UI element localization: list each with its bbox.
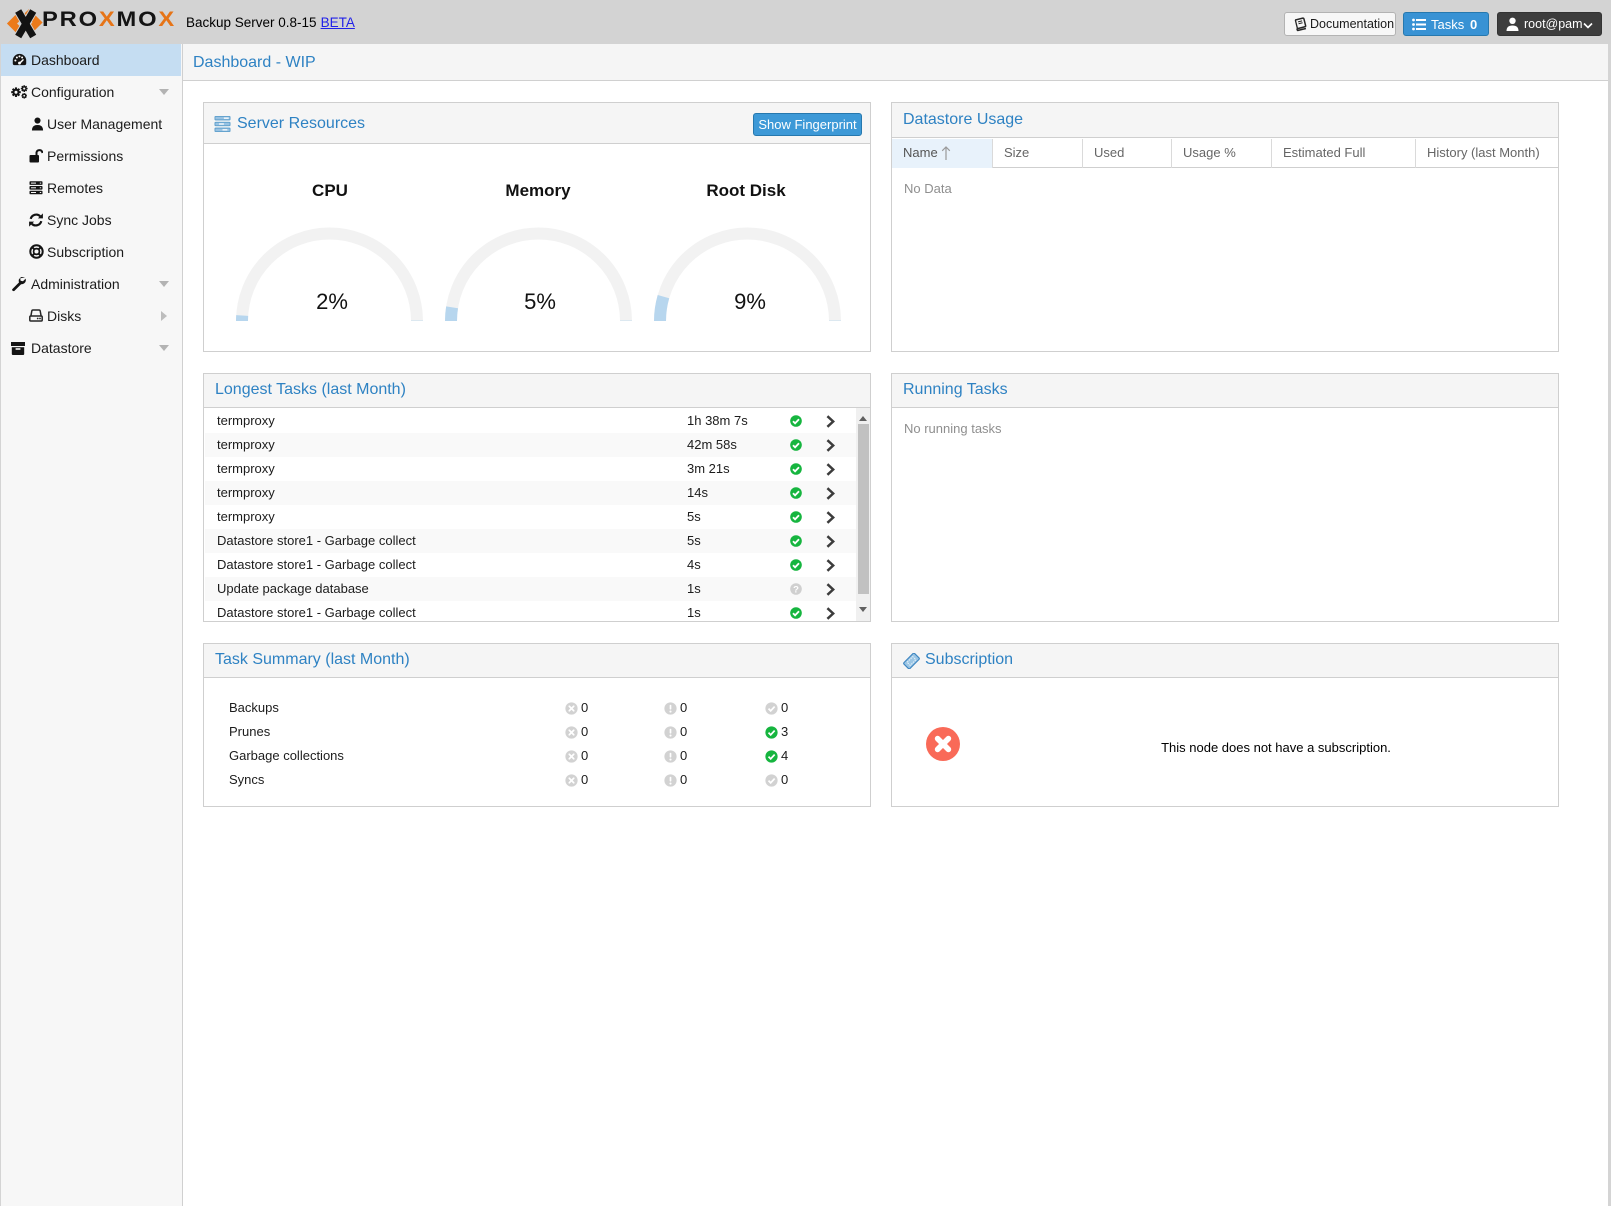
svg-text:?: ? [793, 584, 799, 595]
